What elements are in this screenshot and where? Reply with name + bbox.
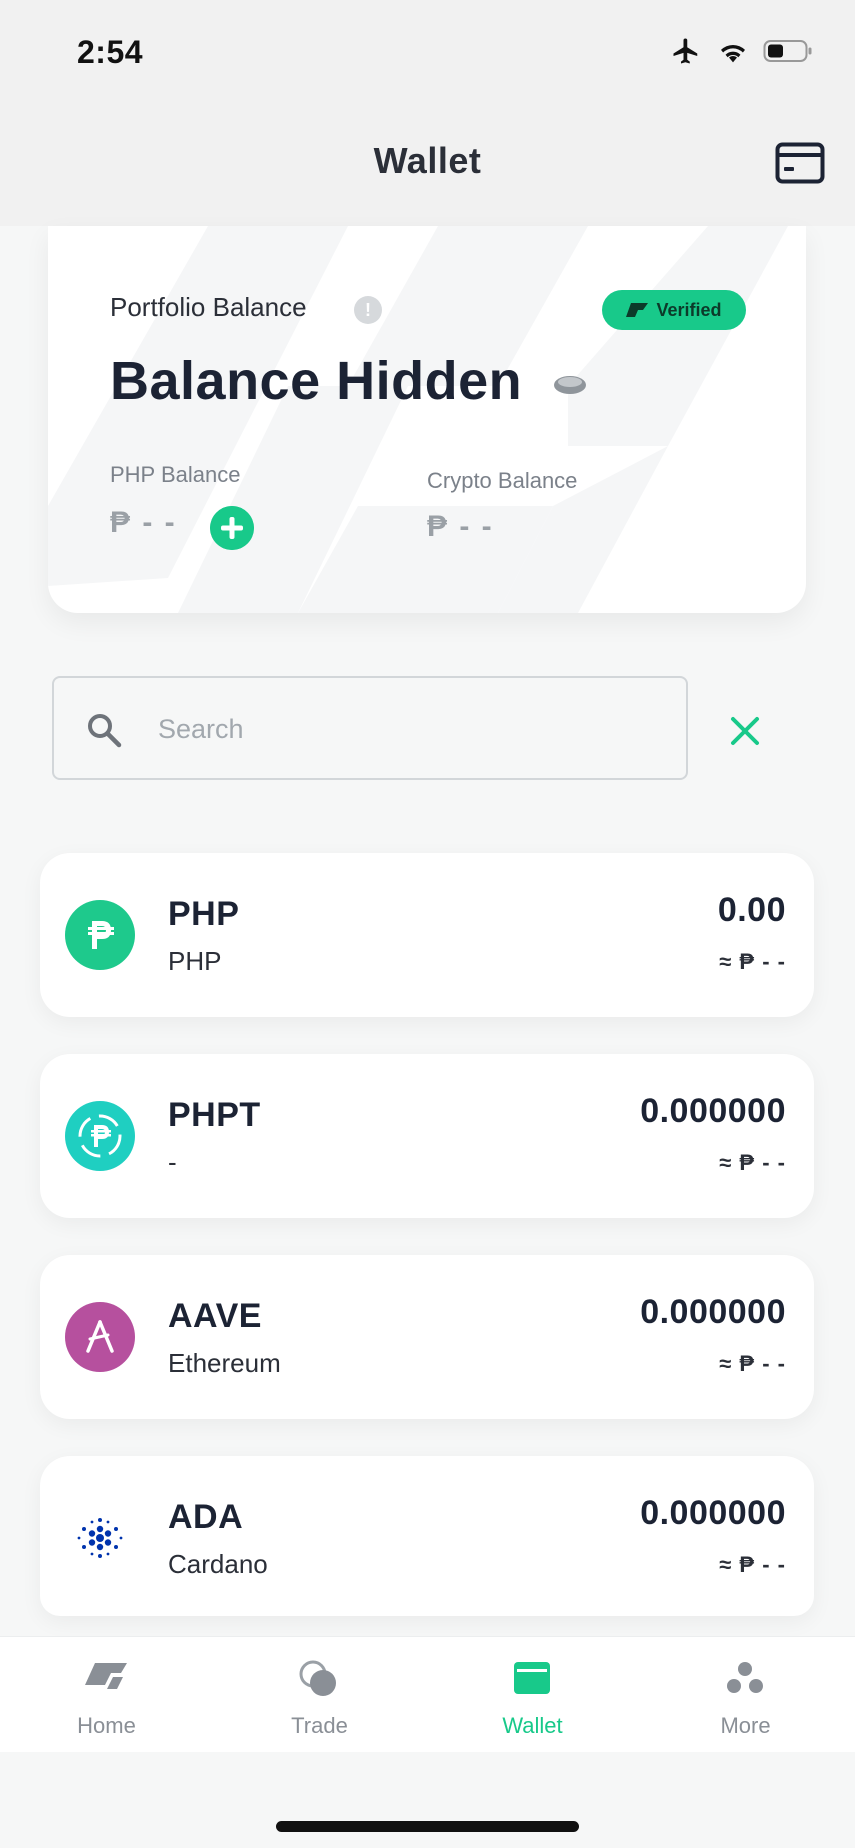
asset-fiat-value: ≈ ₱ - - bbox=[719, 949, 786, 974]
asset-amount: 0.00 bbox=[717, 891, 786, 929]
status-time: 2:54 bbox=[77, 34, 144, 70]
asset-symbol: PHPT bbox=[168, 1096, 261, 1134]
status-icons bbox=[669, 36, 813, 66]
nav-label: More bbox=[720, 1713, 771, 1738]
search-icon bbox=[88, 714, 122, 748]
asset-symbol: ADA bbox=[168, 1498, 244, 1536]
home-logo-icon bbox=[85, 1663, 127, 1689]
nav-more[interactable]: More bbox=[639, 1637, 852, 1753]
nav-trade[interactable]: Trade bbox=[213, 1637, 426, 1753]
php-coin-icon bbox=[65, 900, 135, 970]
balance-value: Balance Hidden bbox=[110, 351, 523, 411]
add-funds-button[interactable] bbox=[210, 506, 254, 550]
home-indicator[interactable] bbox=[276, 1821, 579, 1832]
portfolio-balance-label: Portfolio Balance bbox=[110, 292, 307, 322]
close-search-icon[interactable] bbox=[727, 713, 763, 749]
search-box[interactable] bbox=[52, 676, 688, 780]
asset-name: Ethereum bbox=[168, 1348, 281, 1378]
nav-label: Home bbox=[77, 1713, 136, 1738]
nav-wallet[interactable]: Wallet bbox=[426, 1637, 639, 1753]
php-balance-label: PHP Balance bbox=[110, 462, 241, 487]
verified-logo-icon bbox=[626, 303, 649, 317]
airplane-icon bbox=[673, 38, 698, 64]
asset-row-phpt[interactable]: PHPT - 0.000000 ≈ ₱ - - bbox=[40, 1054, 814, 1218]
asset-row-aave[interactable]: AAVE Ethereum 0.000000 ≈ ₱ - - bbox=[40, 1255, 814, 1419]
top-bar: 2:54 Wallet bbox=[0, 0, 855, 226]
info-icon[interactable]: ! bbox=[354, 296, 382, 324]
more-icon bbox=[727, 1662, 763, 1693]
eye-hidden-icon[interactable] bbox=[553, 374, 587, 396]
portfolio-balance-card: Portfolio Balance ! Verified Balance Hid… bbox=[48, 226, 806, 613]
asset-amount: 0.000000 bbox=[640, 1293, 786, 1331]
aave-coin-icon bbox=[65, 1302, 135, 1372]
asset-symbol: AAVE bbox=[168, 1297, 262, 1335]
asset-fiat-value: ≈ ₱ - - bbox=[719, 1552, 786, 1577]
asset-name: PHP bbox=[168, 946, 222, 976]
asset-name: Cardano bbox=[168, 1549, 268, 1579]
asset-amount: 0.000000 bbox=[640, 1494, 786, 1532]
nav-home[interactable]: Home bbox=[0, 1637, 213, 1753]
ada-coin-icon bbox=[65, 1503, 135, 1573]
asset-fiat-value: ≈ ₱ - - bbox=[719, 1150, 786, 1175]
asset-amount: 0.000000 bbox=[640, 1092, 786, 1130]
nav-label: Wallet bbox=[502, 1713, 563, 1738]
asset-name: - bbox=[168, 1147, 177, 1177]
card-background-pattern bbox=[48, 226, 788, 613]
home-indicator-area bbox=[0, 1752, 855, 1848]
bottom-nav: Home Trade Wallet More bbox=[0, 1636, 855, 1752]
crypto-balance-label: Crypto Balance bbox=[427, 468, 578, 493]
asset-row-ada[interactable]: ADA Cardano 0.000000 ≈ ₱ - - bbox=[40, 1456, 814, 1616]
wifi-icon bbox=[721, 45, 745, 63]
card-icon[interactable] bbox=[775, 142, 825, 184]
page-title: Wallet bbox=[373, 140, 482, 181]
asset-symbol: PHP bbox=[168, 895, 240, 933]
crypto-balance-value: ₱ - - bbox=[427, 510, 494, 543]
verified-label: Verified bbox=[656, 299, 722, 320]
wallet-screen: 2:54 Wallet Portfolio Balance ! Verified… bbox=[0, 0, 855, 1848]
php-balance-value: ₱ - - bbox=[110, 506, 177, 539]
trade-icon bbox=[299, 1660, 336, 1696]
phpt-coin-icon bbox=[65, 1101, 135, 1171]
search-input[interactable] bbox=[158, 704, 658, 754]
wallet-icon bbox=[514, 1662, 550, 1694]
verified-badge: Verified bbox=[602, 290, 746, 330]
asset-fiat-value: ≈ ₱ - - bbox=[719, 1351, 786, 1376]
asset-row-php[interactable]: PHP PHP 0.00 ≈ ₱ - - bbox=[40, 853, 814, 1017]
battery-icon bbox=[763, 40, 812, 62]
nav-label: Trade bbox=[291, 1713, 348, 1738]
